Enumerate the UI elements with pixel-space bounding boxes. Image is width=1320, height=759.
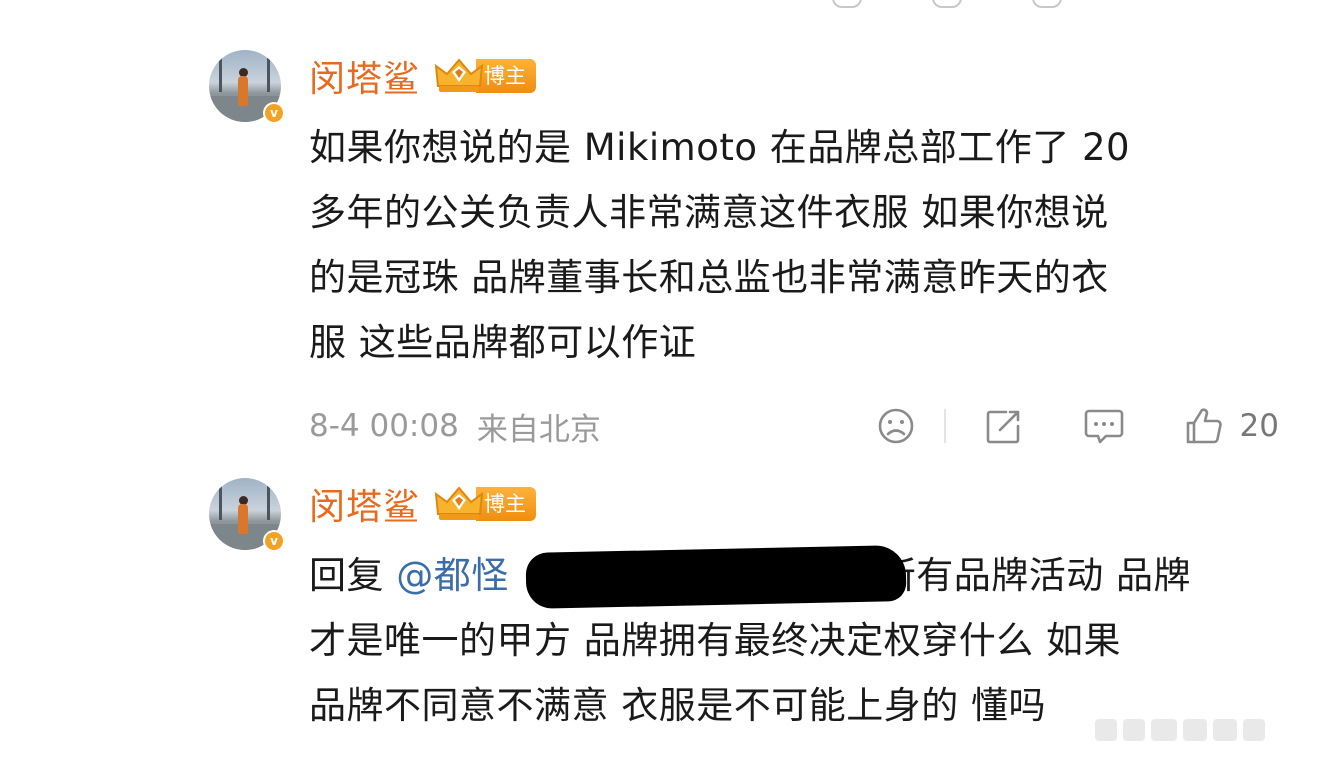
comment-button[interactable] [1082, 404, 1126, 448]
previous-actions-remnant [832, 0, 1062, 8]
redaction-mark [525, 545, 907, 609]
dislike-button[interactable] [874, 404, 918, 448]
repost-button[interactable] [982, 404, 1026, 448]
crown-icon [434, 58, 484, 92]
mention-link[interactable]: @都怪 [396, 554, 509, 597]
location: 来自北京 [476, 411, 601, 448]
like-icon [1186, 408, 1222, 444]
verified-icon: v [263, 102, 285, 124]
repost-icon [986, 410, 1019, 444]
remnant-icon [832, 0, 862, 8]
timestamp: 8-4 00:08 [309, 408, 459, 444]
avatar[interactable]: v [209, 50, 285, 124]
username[interactable]: 闵塔鲨 [309, 478, 420, 530]
remnant-icon [932, 0, 962, 8]
comment-thread: v 闵塔鲨 博主 如果你想说的是 Mikimoto 在品牌总部工作了 20 多年… [0, 0, 1320, 759]
username[interactable]: 闵塔鲨 [309, 50, 420, 102]
like-count: 20 [1239, 408, 1279, 444]
crown-icon [434, 486, 484, 520]
like-button[interactable] [1182, 404, 1226, 448]
remnant-icon [1032, 0, 1062, 8]
dislike-icon [878, 408, 913, 444]
comment-icon [1084, 409, 1123, 444]
watermark [1095, 715, 1295, 745]
avatar[interactable]: v [209, 478, 285, 552]
action-divider [943, 409, 946, 443]
comment-body: 如果你想说的是 Mikimoto 在品牌总部工作了 20 多年的公关负责人非常满… [309, 126, 1131, 364]
blogger-badge: 博主 [434, 484, 537, 524]
verified-icon: v [263, 530, 285, 552]
blogger-badge: 博主 [434, 56, 537, 96]
